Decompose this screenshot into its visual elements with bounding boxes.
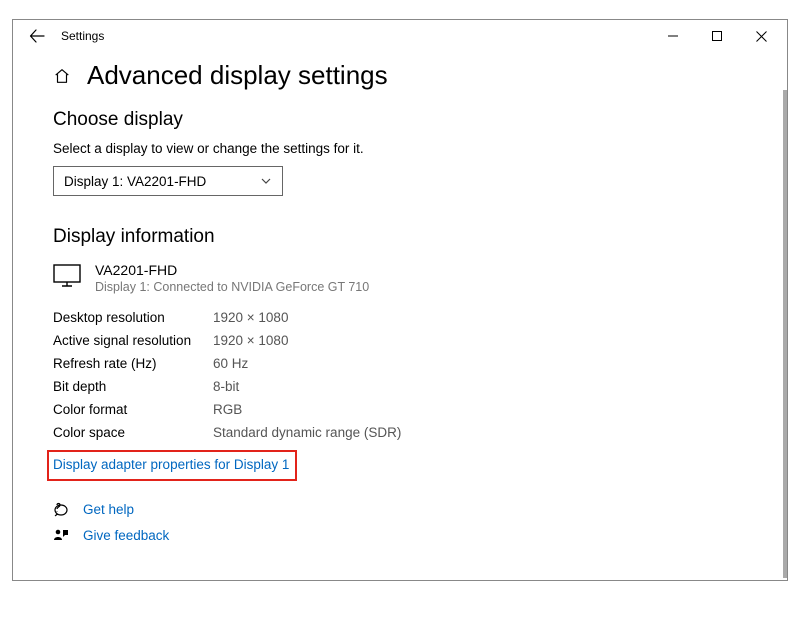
get-help-link[interactable]: Get help (53, 501, 747, 517)
get-help-label: Get help (83, 502, 134, 517)
table-row: Bit depth 8-bit (53, 375, 747, 398)
home-icon[interactable] (53, 67, 71, 85)
choose-display-heading: Choose display (53, 109, 747, 131)
scrollbar[interactable] (783, 90, 787, 578)
spec-value: 8-bit (213, 379, 239, 394)
maximize-button[interactable] (695, 21, 739, 51)
titlebar: Settings (13, 20, 787, 52)
spec-label: Refresh rate (Hz) (53, 356, 213, 371)
table-row: Color format RGB (53, 398, 747, 421)
give-feedback-label: Give feedback (83, 528, 169, 543)
help-icon (53, 501, 69, 517)
give-feedback-link[interactable]: Give feedback (53, 527, 747, 543)
spec-label: Color format (53, 402, 213, 417)
arrow-left-icon (29, 28, 45, 44)
window-title: Settings (61, 29, 104, 43)
table-row: Color space Standard dynamic range (SDR) (53, 421, 747, 444)
display-connection: Display 1: Connected to NVIDIA GeForce G… (95, 280, 369, 294)
minimize-icon (668, 31, 678, 41)
spec-value: 60 Hz (213, 356, 248, 371)
table-row: Active signal resolution 1920 × 1080 (53, 329, 747, 352)
display-select[interactable]: Display 1: VA2201-FHD (53, 166, 283, 196)
close-icon (756, 31, 767, 42)
spec-value: 1920 × 1080 (213, 333, 288, 348)
content-area: Advanced display settings Choose display… (13, 52, 787, 543)
chevron-down-icon (260, 175, 272, 187)
display-info-heading: Display information (53, 226, 747, 248)
close-button[interactable] (739, 21, 783, 51)
choose-display-desc: Select a display to view or change the s… (53, 141, 747, 156)
table-row: Refresh rate (Hz) 60 Hz (53, 352, 747, 375)
footer-links: Get help Give feedback (53, 501, 747, 543)
table-row: Desktop resolution 1920 × 1080 (53, 306, 747, 329)
feedback-icon (53, 527, 69, 543)
monitor-icon (53, 264, 81, 288)
display-select-value: Display 1: VA2201-FHD (64, 174, 206, 189)
spec-value: 1920 × 1080 (213, 310, 288, 325)
spec-table: Desktop resolution 1920 × 1080 Active si… (53, 306, 747, 444)
window-controls (651, 21, 783, 51)
adapter-properties-link[interactable]: Display adapter properties for Display 1 (53, 457, 289, 472)
back-button[interactable] (23, 22, 51, 50)
spec-label: Color space (53, 425, 213, 440)
spec-value: RGB (213, 402, 242, 417)
maximize-icon (712, 31, 722, 41)
spec-label: Active signal resolution (53, 333, 213, 348)
minimize-button[interactable] (651, 21, 695, 51)
spec-label: Bit depth (53, 379, 213, 394)
spec-label: Desktop resolution (53, 310, 213, 325)
display-name: VA2201-FHD (95, 262, 369, 278)
highlight-annotation: Display adapter properties for Display 1 (47, 450, 297, 481)
page-title: Advanced display settings (87, 60, 388, 91)
settings-window: Settings Advanced display settings Choos… (12, 19, 788, 581)
display-card: VA2201-FHD Display 1: Connected to NVIDI… (53, 262, 747, 294)
spec-value: Standard dynamic range (SDR) (213, 425, 401, 440)
page-header: Advanced display settings (53, 60, 747, 91)
